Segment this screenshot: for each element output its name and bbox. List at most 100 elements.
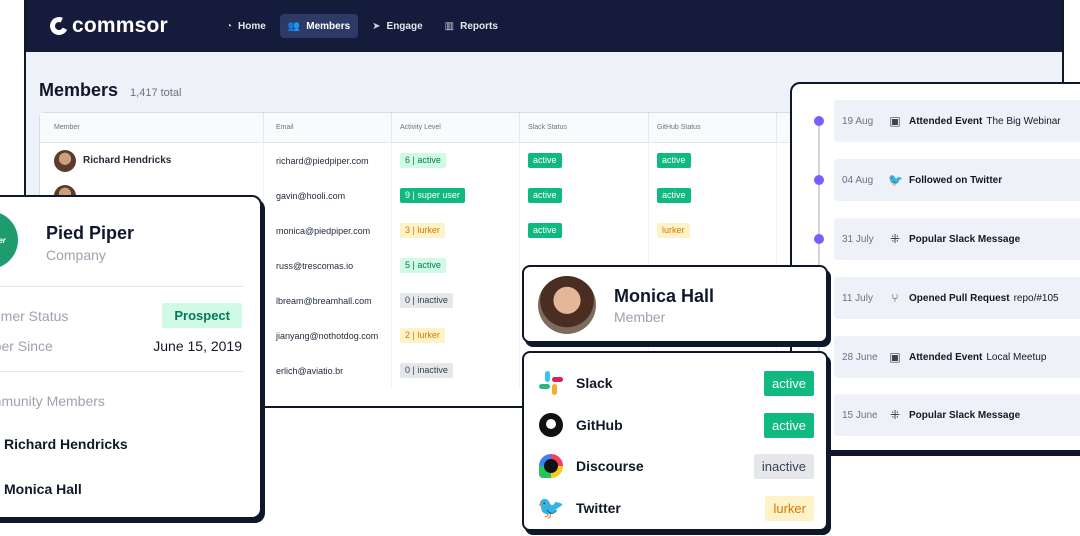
since-value: June 15, 2019 bbox=[153, 338, 242, 354]
integration-status-badge: active bbox=[764, 370, 814, 396]
since-label: mber Since bbox=[0, 338, 53, 354]
nav-home[interactable]: ◔ Home bbox=[218, 14, 274, 38]
integration-github[interactable]: GitHub active bbox=[538, 410, 814, 440]
github-status-badge: active bbox=[657, 188, 691, 203]
member-email: gavin@hooli.com bbox=[264, 178, 392, 213]
integration-status-badge: lurker bbox=[765, 495, 814, 521]
feed-action: Popular Slack Message bbox=[909, 409, 1021, 421]
feed-date: 31 July bbox=[842, 233, 874, 245]
gauge-icon: ◔ bbox=[225, 20, 232, 32]
member-email: jianyang@nothotdog.com bbox=[264, 318, 392, 353]
feed-item[interactable]: 04 Aug 🐦 Followed on Twitter bbox=[834, 159, 1080, 201]
column-header-email[interactable]: Email bbox=[264, 113, 392, 142]
integration-discourse[interactable]: Discourse inactive bbox=[538, 451, 814, 481]
nav-members[interactable]: 👥 Members bbox=[279, 14, 359, 38]
integration-slack[interactable]: Slack active bbox=[538, 368, 814, 398]
feed-item[interactable]: 31 July ⁜ Popular Slack Message bbox=[834, 218, 1080, 260]
logo-mark-icon bbox=[47, 14, 71, 38]
main-nav: ◔ Home 👥 Members ➤ Engage ▥ Reports bbox=[218, 14, 506, 38]
github-status-badge: lurker bbox=[657, 223, 690, 238]
feed-item[interactable]: 19 Aug ▣ Attended Event The Big Webinar bbox=[834, 100, 1080, 142]
activity-badge: 3 | lurker bbox=[400, 223, 445, 238]
company-logo: piper bbox=[0, 211, 18, 269]
integration-status-badge: active bbox=[764, 412, 814, 438]
integration-status-badge: inactive bbox=[753, 453, 814, 479]
calendar-icon: ▣ bbox=[889, 114, 901, 128]
feed-target: The Big Webinar bbox=[986, 115, 1061, 127]
member-email: monica@piedpiper.com bbox=[264, 213, 392, 248]
feed-date: 04 Aug bbox=[842, 174, 874, 186]
slack-icon: ⁜ bbox=[889, 408, 901, 422]
integration-label: Discourse bbox=[576, 458, 644, 474]
github-status-badge: active bbox=[657, 153, 691, 168]
top-bar: commsor ◔ Home 👥 Members ➤ Engage ▥ Repo… bbox=[26, 0, 1062, 52]
nav-members-label: Members bbox=[306, 20, 351, 32]
users-icon: 👥 bbox=[287, 20, 301, 32]
status-label: stomer Status bbox=[0, 308, 69, 324]
divider bbox=[0, 286, 244, 287]
integration-label: Slack bbox=[576, 375, 613, 391]
feed-item[interactable]: 15 June ⁜ Popular Slack Message bbox=[834, 394, 1080, 436]
feed-date: 19 Aug bbox=[842, 115, 874, 127]
column-header-member[interactable]: Member bbox=[40, 113, 264, 142]
column-header-github[interactable]: GitHub Status bbox=[649, 113, 777, 142]
timeline-dot bbox=[814, 175, 824, 185]
community-members-label: ommunity Members bbox=[0, 393, 105, 409]
nav-engage[interactable]: ➤ Engage bbox=[364, 14, 431, 38]
feed-item[interactable]: 11 July ⑂ Opened Pull Request repo/#105 bbox=[834, 277, 1080, 319]
nav-engage-label: Engage bbox=[386, 20, 423, 32]
avatar bbox=[54, 149, 76, 172]
community-member-name: Monica Hall bbox=[4, 481, 82, 497]
community-member[interactable]: Richard Hendricks bbox=[0, 431, 128, 457]
slack-icon bbox=[538, 370, 564, 396]
member-name: Richard Hendricks bbox=[83, 155, 172, 166]
calendar-icon: ▣ bbox=[889, 350, 901, 364]
integration-twitter[interactable]: 🐦 Twitter lurker bbox=[537, 493, 814, 523]
slack-status-badge: active bbox=[528, 223, 562, 238]
company-name: Pied Piper bbox=[46, 223, 135, 243]
column-header-activity[interactable]: Activity Level bbox=[392, 113, 520, 142]
member-email: richard@piedpiper.com bbox=[264, 143, 392, 178]
send-icon: ➤ bbox=[372, 20, 381, 32]
logo[interactable]: commsor bbox=[47, 14, 168, 38]
nav-home-label: Home bbox=[237, 20, 266, 32]
twitter-icon: 🐦 bbox=[888, 173, 903, 187]
twitter-icon: 🐦 bbox=[537, 495, 565, 520]
community-member-name: Richard Hendricks bbox=[4, 436, 128, 452]
company-logo-text: piper bbox=[0, 235, 6, 245]
activity-feed-card: 19 Aug ▣ Attended Event The Big Webinar … bbox=[790, 82, 1080, 452]
feed-action: Followed on Twitter bbox=[909, 174, 1003, 186]
column-header-slack[interactable]: Slack Status bbox=[520, 113, 649, 142]
discourse-icon bbox=[538, 453, 564, 479]
timeline-dot bbox=[814, 234, 824, 244]
feed-action: Attended Event bbox=[909, 115, 983, 127]
feed-action: Attended Event bbox=[909, 351, 983, 363]
feed-item[interactable]: 28 June ▣ Attended Event Local Meetup bbox=[834, 336, 1080, 378]
pull-request-icon: ⑂ bbox=[891, 291, 899, 305]
feed-target: Local Meetup bbox=[986, 351, 1047, 363]
feed-action: Popular Slack Message bbox=[909, 233, 1021, 245]
profile-name: Monica Hall bbox=[614, 286, 715, 306]
activity-badge: 9 | super user bbox=[400, 188, 465, 203]
nav-reports[interactable]: ▥ Reports bbox=[437, 14, 506, 38]
member-email: erlich@aviatio.br bbox=[264, 353, 392, 388]
slack-status-badge: active bbox=[528, 188, 562, 203]
feed-action: Opened Pull Request bbox=[909, 292, 1010, 304]
feed-date: 28 June bbox=[842, 351, 878, 363]
nav-reports-label: Reports bbox=[460, 20, 498, 32]
feed-date: 11 July bbox=[842, 292, 873, 304]
slack-status-badge: active bbox=[528, 153, 562, 168]
stage: commsor ◔ Home 👥 Members ➤ Engage ▥ Repo… bbox=[0, 0, 1080, 536]
activity-badge: 5 | active bbox=[400, 258, 446, 273]
slack-icon: ⁜ bbox=[889, 232, 901, 246]
activity-badge: 6 | active bbox=[400, 153, 446, 168]
integration-label: Twitter bbox=[576, 500, 621, 516]
member-email: russ@trescomas.io bbox=[264, 248, 392, 283]
logo-text: commsor bbox=[72, 14, 168, 37]
members-header: Members 1,417 total bbox=[39, 80, 181, 101]
community-member[interactable]: Monica Hall bbox=[0, 476, 82, 502]
github-icon bbox=[538, 412, 564, 438]
avatar bbox=[538, 276, 596, 334]
integrations-card: Slack active GitHub active Discourse ina… bbox=[522, 351, 828, 531]
company-card: piper Pied Piper Company stomer Status P… bbox=[0, 195, 262, 519]
